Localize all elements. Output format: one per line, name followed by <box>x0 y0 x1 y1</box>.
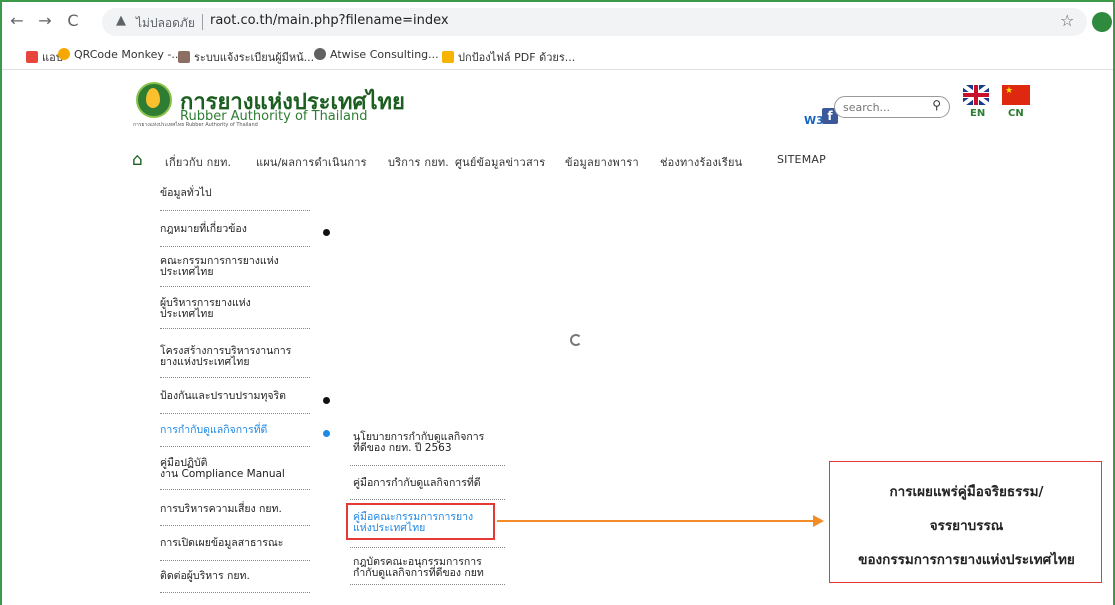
divider <box>160 489 310 490</box>
china-flag-icon[interactable]: ★ <box>1002 85 1030 105</box>
left-menu-item[interactable]: โครงสร้างการบริหารงานการ ยางแห่งประเทศไทย <box>160 346 310 368</box>
logo-caption: การยางแห่งประเทศไทย Rubber Authority of … <box>133 122 258 128</box>
arrow-head-icon <box>813 515 824 527</box>
nav-rubber-data[interactable]: ข้อมูลยางพารา <box>565 153 639 171</box>
bookmark-label: Atwise Consulting... <box>330 48 439 61</box>
divider <box>350 499 505 500</box>
menu-label: ยางแห่งประเทศไทย <box>160 356 250 368</box>
search-box[interactable]: ⚲ <box>834 96 950 118</box>
divider <box>350 547 505 548</box>
divider <box>350 584 505 585</box>
submenu-item[interactable]: กฎบัตรคณะอนุกรรมการการ กำกับดูแลกิจการที่… <box>353 557 503 579</box>
nav-plans[interactable]: แผน/ผลการดำเนินการ <box>256 153 367 171</box>
forward-icon[interactable]: → <box>36 12 54 30</box>
bookmark-pdf[interactable]: ปกป้องไฟล์ PDF ด้วยร... <box>442 48 575 66</box>
divider <box>160 446 310 447</box>
left-menu-item[interactable]: คณะกรรมการการยางแห่ง ประเทศไทย <box>160 256 310 278</box>
menu-label: ข้อมูลทั่วไป <box>160 187 212 199</box>
menu-label: คู่มือการกำกับดูแลกิจการที่ดี <box>353 477 481 489</box>
callout-box: การเผยแพร่คู่มือจริยธรรม/ จรรยาบรรณ ของก… <box>829 461 1102 583</box>
left-menu-item-active[interactable]: การกำกับดูแลกิจการที่ดี <box>160 425 310 436</box>
search-input[interactable] <box>843 99 927 115</box>
submenu-bullet-icon <box>323 397 330 404</box>
menu-label: งาน Compliance Manual <box>160 468 285 480</box>
left-menu-item[interactable]: ผู้บริหารการยางแห่ง ประเทศไทย <box>160 298 310 320</box>
menu-label: กำกับดูแลกิจการที่ดีของ กยท <box>353 567 484 579</box>
bookmark-registry[interactable]: ระบบแจ้งระเบียนผู้มีหน้... <box>178 48 314 66</box>
bookmark-label: ปกป้องไฟล์ PDF ด้วยร... <box>458 51 576 64</box>
divider <box>350 465 505 466</box>
warning-icon[interactable]: ▲ <box>116 13 126 28</box>
search-icon[interactable]: ⚲ <box>932 98 941 112</box>
qrcode-icon <box>58 48 70 60</box>
submenu-item[interactable]: นโยบายการกำกับดูแลกิจการ ที่ดีของ กยท. ปี… <box>353 432 503 454</box>
menu-label: การเปิดเผยข้อมูลสาธารณะ <box>160 537 284 549</box>
menu-label: ประเทศไทย <box>160 308 214 320</box>
left-menu-item[interactable]: คู่มือปฏิบัติ งาน Compliance Manual <box>160 458 310 480</box>
left-menu-item[interactable]: ข้อมูลทั่วไป <box>160 188 310 199</box>
nav-services[interactable]: บริการ กยท. <box>388 153 449 171</box>
apps-icon <box>26 51 38 63</box>
callout-line: การเผยแพร่คู่มือจริยธรรม/ <box>889 484 1044 500</box>
nav-about[interactable]: เกี่ยวกับ กยท. <box>165 153 231 171</box>
browser-toolbar: ← → C ▲ ไม่ปลอดภัย raot.co.th/main.php?f… <box>2 2 1113 42</box>
divider <box>160 592 310 593</box>
submenu-item[interactable]: คู่มือการกำกับดูแลกิจการที่ดี <box>353 478 503 489</box>
menu-label: ประเทศไทย <box>160 266 214 278</box>
divider <box>160 525 310 526</box>
divider <box>160 413 310 414</box>
callout-line: จรรยาบรรณ <box>929 518 1004 534</box>
submenu-bullet-icon <box>323 229 330 236</box>
divider <box>160 328 310 329</box>
pdf-icon <box>442 51 454 63</box>
lang-cn-link[interactable]: CN <box>1008 108 1024 119</box>
back-icon[interactable]: ← <box>8 12 26 30</box>
menu-label: กฎหมายที่เกี่ยวข้อง <box>160 223 247 235</box>
left-menu-item[interactable]: ติดต่อผู้บริหาร กยท. <box>160 571 310 582</box>
left-menu-item[interactable]: กฎหมายที่เกี่ยวข้อง <box>160 224 310 235</box>
address-bar[interactable]: ▲ ไม่ปลอดภัย raot.co.th/main.php?filenam… <box>102 8 1087 36</box>
globe-icon <box>314 48 326 60</box>
divider <box>202 14 203 30</box>
divider <box>160 286 310 287</box>
callout-line: ของกรรมการการยางแห่งประเทศไทย <box>858 552 1075 568</box>
left-menu-item[interactable]: การบริหารความเสี่ยง กยท. <box>160 504 310 515</box>
divider <box>160 210 310 211</box>
bookmark-atwise[interactable]: Atwise Consulting... <box>314 48 439 61</box>
highlight-box <box>346 503 495 540</box>
menu-label: ที่ดีของ กยท. ปี 2563 <box>353 442 452 454</box>
bookmarks-bar: แอป QRCode Monkey -... ระบบแจ้งระเบียนผู… <box>2 42 1113 70</box>
bookmark-label: ระบบแจ้งระเบียนผู้มีหน้... <box>194 51 315 64</box>
home-icon[interactable]: ⌂ <box>132 150 143 170</box>
lang-en-link[interactable]: EN <box>970 108 985 119</box>
menu-label: ป้องกันและปราบปรามทุจริต <box>160 390 286 402</box>
rubber-drop-icon <box>146 88 160 108</box>
url-text[interactable]: raot.co.th/main.php?filename=index <box>210 13 449 28</box>
divider <box>160 246 310 247</box>
divider <box>160 377 310 378</box>
bookmark-qrcode[interactable]: QRCode Monkey -... <box>58 48 182 61</box>
nav-info-center[interactable]: ศูนย์ข้อมูลข่าวสาร <box>455 153 545 171</box>
star-icon[interactable]: ☆ <box>1060 11 1074 30</box>
bookmark-site-icon <box>178 51 190 63</box>
left-menu-item[interactable]: ป้องกันและปราบปรามทุจริต <box>160 391 310 402</box>
submenu-bullet-icon <box>323 430 330 437</box>
arrow-line <box>497 520 815 522</box>
loading-spinner-icon <box>570 334 582 346</box>
nav-sitemap[interactable]: SITEMAP <box>777 153 826 166</box>
security-label[interactable]: ไม่ปลอดภัย <box>136 14 195 33</box>
reload-icon[interactable]: C <box>64 12 82 30</box>
menu-label: การบริหารความเสี่ยง กยท. <box>160 503 282 515</box>
menu-label: ติดต่อผู้บริหาร กยท. <box>160 570 250 582</box>
nav-complaints[interactable]: ช่องทางร้องเรียน <box>660 153 742 171</box>
left-menu-item[interactable]: การเปิดเผยข้อมูลสาธารณะ <box>160 538 310 549</box>
profile-avatar[interactable] <box>1092 12 1112 32</box>
menu-label: การกำกับดูแลกิจการที่ดี <box>160 424 268 436</box>
bookmark-label: QRCode Monkey -... <box>74 48 182 61</box>
divider <box>160 560 310 561</box>
uk-flag-icon[interactable] <box>963 85 989 105</box>
